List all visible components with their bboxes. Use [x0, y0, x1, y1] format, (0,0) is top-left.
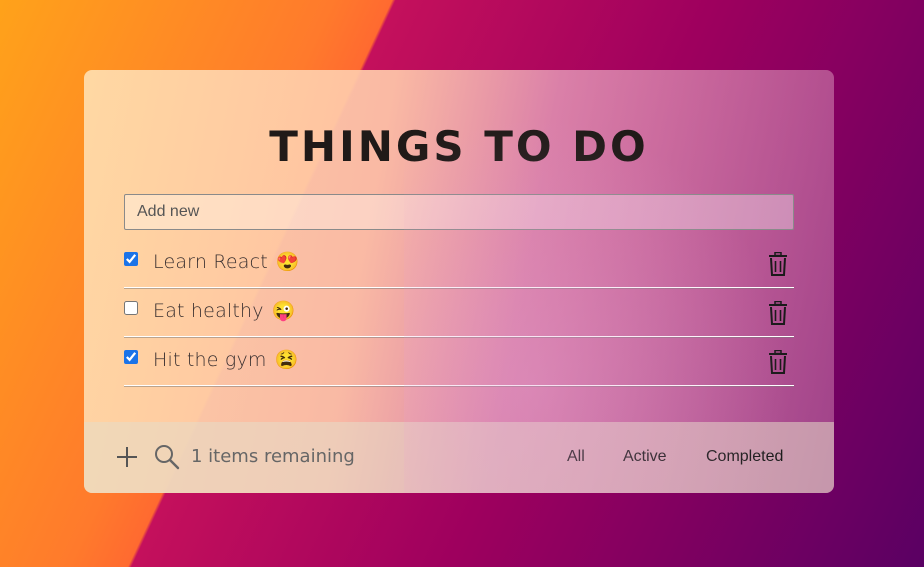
todo-checkbox[interactable] [124, 350, 138, 364]
trash-icon[interactable] [768, 252, 788, 276]
todo-card: THINGS TO DO Learn React 😍 Eat healthy 😜 [84, 70, 834, 493]
filter-completed[interactable]: Completed [706, 448, 783, 466]
search-icon[interactable] [154, 444, 180, 470]
todo-item: Learn React 😍 [124, 240, 794, 288]
filter-active[interactable]: Active [623, 448, 667, 466]
filter-all[interactable]: All [567, 448, 585, 466]
page-title: THINGS TO DO [269, 122, 649, 171]
footer-bar: 1 items remaining All Active Completed [84, 422, 834, 493]
todo-text: Learn React [153, 251, 268, 273]
add-new-input[interactable] [124, 194, 794, 230]
trash-icon[interactable] [768, 301, 788, 325]
tired-face-emoji-icon: 😫 [274, 349, 299, 371]
todo-item: Eat healthy 😜 [124, 289, 794, 337]
todo-item: Hit the gym 😫 [124, 338, 794, 386]
trash-icon[interactable] [768, 350, 788, 374]
todo-label: Eat healthy 😜 [153, 299, 296, 322]
todo-checkbox[interactable] [124, 252, 138, 266]
heart-eyes-emoji-icon: 😍 [275, 251, 300, 273]
items-remaining: 1 items remaining [191, 446, 355, 467]
todo-label: Learn React 😍 [153, 250, 300, 273]
todo-checkbox[interactable] [124, 301, 138, 315]
todo-text: Hit the gym [153, 349, 267, 371]
plus-icon[interactable] [116, 446, 138, 468]
winking-tongue-emoji-icon: 😜 [271, 300, 296, 322]
todo-text: Eat healthy [153, 300, 264, 322]
todo-label: Hit the gym 😫 [153, 348, 299, 371]
todo-list: Learn React 😍 Eat healthy 😜 Hit the gym … [124, 240, 794, 387]
